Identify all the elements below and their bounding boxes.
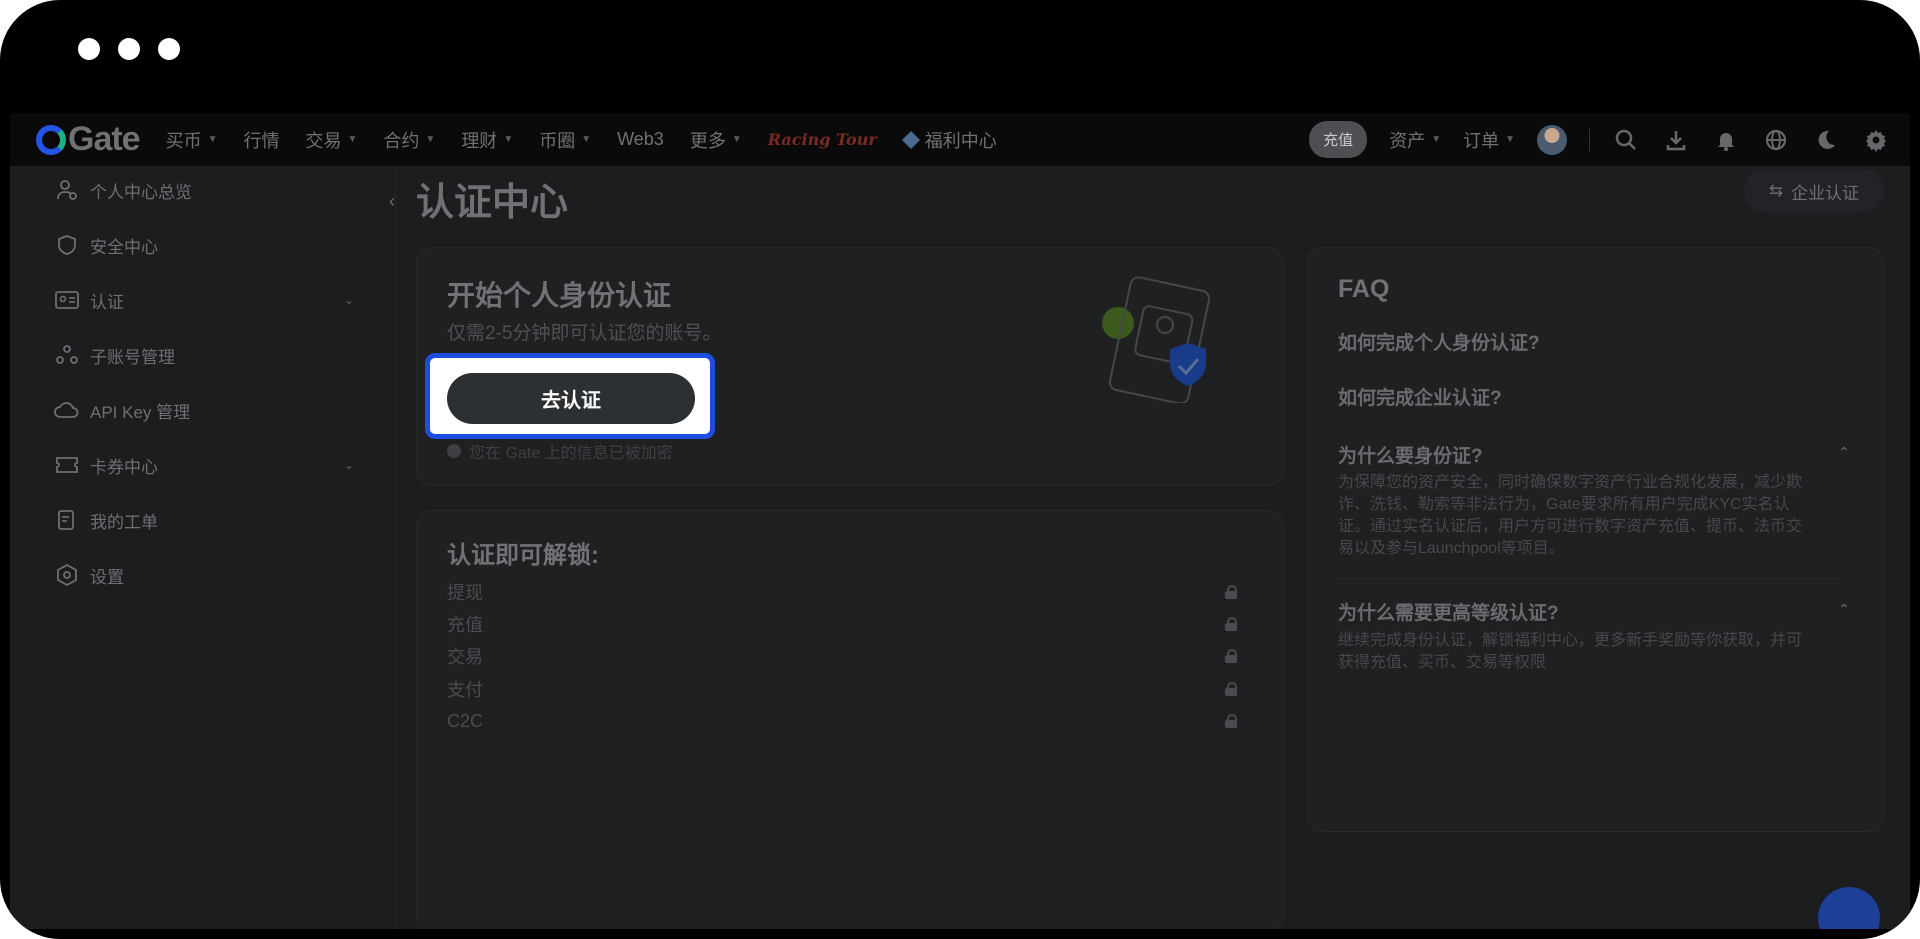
search-icon[interactable] <box>1612 126 1640 154</box>
logo-text: Gate <box>68 120 141 158</box>
nav-item-orders[interactable]: 订单 ▼ <box>1463 127 1515 153</box>
collapse-sidebar-icon[interactable]: ‹ <box>389 191 395 212</box>
top-nav: Gate 买币 ▼ 行情 交易 ▼ 合约 ▼ 理财 ▼ 币圈 ▼ Web3 更多 ▼ Rac… <box>10 113 1910 166</box>
faq-question[interactable]: 如何完成企业认证? <box>1338 383 1502 410</box>
unlock-item: 交易 <box>447 642 1237 670</box>
cube-icon <box>901 130 920 149</box>
gate-logo-icon <box>36 124 66 155</box>
nav-item-community[interactable]: 币圈 ▼ <box>539 127 591 153</box>
lock-icon <box>1225 617 1237 631</box>
page-title: 认证中心 <box>416 182 569 224</box>
sidebar-item-subaccount[interactable]: 子账号管理 <box>54 340 354 370</box>
logo[interactable]: Gate <box>36 120 141 159</box>
nav-item-welfare[interactable]: 福利中心 <box>901 127 997 153</box>
divider <box>1589 128 1590 151</box>
sub-account-icon <box>54 342 80 368</box>
coupon-icon <box>54 452 80 478</box>
faq-title: FAQ <box>1338 275 1390 303</box>
floating-download-button[interactable] <box>1818 887 1880 929</box>
chevron-down-icon: ▼ <box>731 134 742 145</box>
sidebar-item-security[interactable]: 安全中心 <box>54 230 354 260</box>
chevron-down-icon: ▼ <box>503 134 514 145</box>
chevron-down-icon: ⌄ <box>343 458 354 472</box>
faq-question[interactable]: 为什么需要更高等级认证? <box>1338 598 1559 625</box>
check-circle-icon <box>447 444 461 458</box>
start-card-subtitle: 仅需2-5分钟即可认证您的账号。 <box>447 323 722 344</box>
chevron-down-icon: ▼ <box>1431 134 1442 145</box>
api-icon <box>54 397 80 423</box>
lock-icon <box>1225 585 1237 599</box>
sidebar-item-settings[interactable]: 设置 <box>54 560 354 590</box>
sidebar-item-overview[interactable]: 个人中心总览 <box>54 175 354 205</box>
settings-icon <box>54 562 80 588</box>
sidebar-item-api-key[interactable]: API Key 管理 <box>54 395 354 425</box>
app-screen: Gate 买币 ▼ 行情 交易 ▼ 合约 ▼ 理财 ▼ 币圈 ▼ Web3 更多 ▼ Rac… <box>10 113 1910 929</box>
divider <box>1338 578 1838 579</box>
user-icon <box>54 177 80 203</box>
faq-question[interactable]: 如何完成个人身份认证? <box>1338 328 1540 355</box>
shield-icon <box>54 232 80 258</box>
lock-icon <box>1225 649 1237 663</box>
id-card-icon <box>54 287 80 313</box>
sidebar-item-tickets[interactable]: 我的工单 <box>54 505 354 535</box>
nav-item-more[interactable]: 更多 ▼ <box>690 127 742 153</box>
chevron-down-icon: ▼ <box>1505 134 1515 145</box>
nav-item-assets[interactable]: 资产 ▼ <box>1389 127 1441 153</box>
unlock-title: 认证即可解锁: <box>447 542 599 569</box>
unlock-item: 提现 <box>447 578 1237 606</box>
window-dot[interactable] <box>118 38 140 60</box>
chevron-down-icon: ▼ <box>581 134 592 145</box>
window-dot[interactable] <box>158 38 180 60</box>
chevron-up-icon[interactable]: ⌃ <box>1838 444 1850 461</box>
nav-item-market[interactable]: 行情 <box>244 127 280 153</box>
sidebar-item-verification[interactable]: 认证 ⌄ <box>54 285 354 315</box>
sidebar-item-coupon[interactable]: 卡券中心 ⌄ <box>54 450 354 480</box>
nav-item-trade[interactable]: 交易 ▼ <box>306 127 358 153</box>
window-dot[interactable] <box>78 38 100 60</box>
nav-item-futures[interactable]: 合约 ▼ <box>383 127 435 153</box>
faq-answer: 为保障您的资产安全，同时确保数字资产行业合规化发展，减少欺诈、洗钱、勒索等非法行… <box>1338 474 1803 557</box>
unlock-item: 充值 <box>447 610 1237 638</box>
globe-icon[interactable] <box>1762 126 1790 154</box>
moon-icon[interactable] <box>1812 126 1840 154</box>
swap-icon: ⇆ <box>1768 181 1784 200</box>
gear-icon[interactable] <box>1862 126 1890 154</box>
start-card-title: 开始个人身份认证 <box>447 280 672 311</box>
faq-question[interactable]: 为什么要身份证? <box>1338 441 1483 468</box>
faq-answer: 继续完成身份认证，解锁福利中心，更多新手奖励等你获取，并可获得充值、买币、交易等… <box>1338 632 1803 671</box>
sidebar <box>10 166 396 929</box>
company-cert-button[interactable]: ⇆ 企业认证 <box>1744 169 1884 213</box>
bell-icon[interactable] <box>1712 126 1740 154</box>
start-verification-button[interactable]: 去认证 <box>447 373 695 424</box>
download-icon[interactable] <box>1662 126 1690 154</box>
lock-icon <box>1225 682 1237 696</box>
chevron-down-icon: ▼ <box>347 134 358 145</box>
nav-item-buy[interactable]: 买币 ▼ <box>166 127 218 153</box>
lock-icon <box>1225 714 1237 728</box>
chevron-down-icon: ⌄ <box>343 293 354 307</box>
device-frame: Gate 买币 ▼ 行情 交易 ▼ 合约 ▼ 理财 ▼ 币圈 ▼ Web3 更多 ▼ Rac… <box>0 0 1920 939</box>
id-verification-illustration <box>1090 273 1240 408</box>
avatar[interactable] <box>1537 124 1567 155</box>
encryption-note: 您在 Gate 上的信息已被加密 <box>447 439 673 463</box>
recharge-button[interactable]: 充值 <box>1309 121 1368 158</box>
ticket-icon <box>54 507 80 533</box>
chevron-down-icon: ▼ <box>207 134 218 145</box>
chevron-up-icon[interactable]: ⌃ <box>1838 601 1850 618</box>
window-controls <box>78 38 180 60</box>
nav-item-earn[interactable]: 理财 ▼ <box>461 127 513 153</box>
chevron-down-icon: ▼ <box>425 134 436 145</box>
unlock-item: 支付 <box>447 675 1237 703</box>
nav-item-web3[interactable]: Web3 <box>617 129 664 150</box>
unlock-item: C2C <box>447 707 1237 735</box>
racing-tour-banner[interactable]: Racing Tour <box>768 130 877 149</box>
